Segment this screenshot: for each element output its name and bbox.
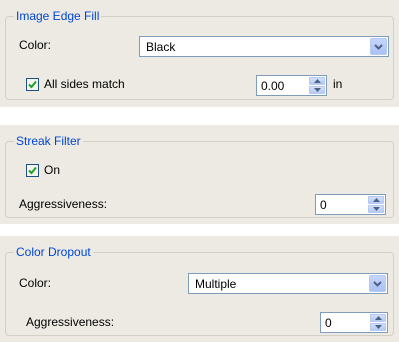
streak-aggressiveness-label: Aggressiveness: (19, 197, 108, 211)
all-sides-match-checkbox[interactable] (26, 78, 39, 91)
streak-filter-on-checkbox[interactable] (26, 164, 39, 177)
dropout-color-value: Multiple (195, 277, 237, 291)
all-sides-match-label: All sides match (44, 77, 125, 91)
streak-filter-title: Streak Filter (14, 134, 83, 148)
dropout-aggressiveness-value: 0 (325, 316, 332, 330)
edge-size-unit: in (333, 77, 343, 91)
spin-down-icon[interactable] (368, 205, 384, 213)
edge-size-spinbox[interactable]: 0.00 (256, 75, 327, 96)
spin-down-icon[interactable] (309, 86, 325, 94)
color-dropout-title: Color Dropout (14, 245, 93, 259)
spin-up-icon[interactable] (370, 314, 386, 322)
edge-fill-color-value: Black (146, 40, 176, 54)
streak-aggressiveness-spinbox[interactable]: 0 (315, 194, 386, 215)
streak-filter-panel: Streak Filter On Aggressiveness: 0 (0, 125, 399, 224)
edge-fill-color-label: Color: (19, 38, 52, 52)
dropout-color-dropdown[interactable]: Multiple (188, 273, 388, 294)
dropout-aggressiveness-spinbox[interactable]: 0 (320, 312, 388, 333)
streak-filter-on-label: On (44, 163, 61, 177)
chevron-down-icon[interactable] (370, 38, 387, 55)
dropout-aggressiveness-label: Aggressiveness: (26, 315, 115, 329)
spin-up-icon[interactable] (368, 196, 384, 204)
spin-up-icon[interactable] (309, 77, 325, 85)
chevron-down-icon[interactable] (369, 275, 386, 292)
image-edge-fill-title: Image Edge Fill (14, 9, 102, 23)
edge-size-value: 0.00 (261, 79, 285, 93)
edge-fill-color-dropdown[interactable]: Black (139, 36, 389, 57)
image-edge-fill-panel: Image Edge Fill Color: Black All sides m… (0, 0, 399, 107)
dropout-color-label: Color: (19, 276, 52, 290)
color-dropout-panel: Color Dropout Color: Multiple Aggressive… (0, 236, 399, 342)
streak-aggressiveness-value: 0 (320, 198, 327, 212)
spin-down-icon[interactable] (370, 323, 386, 331)
